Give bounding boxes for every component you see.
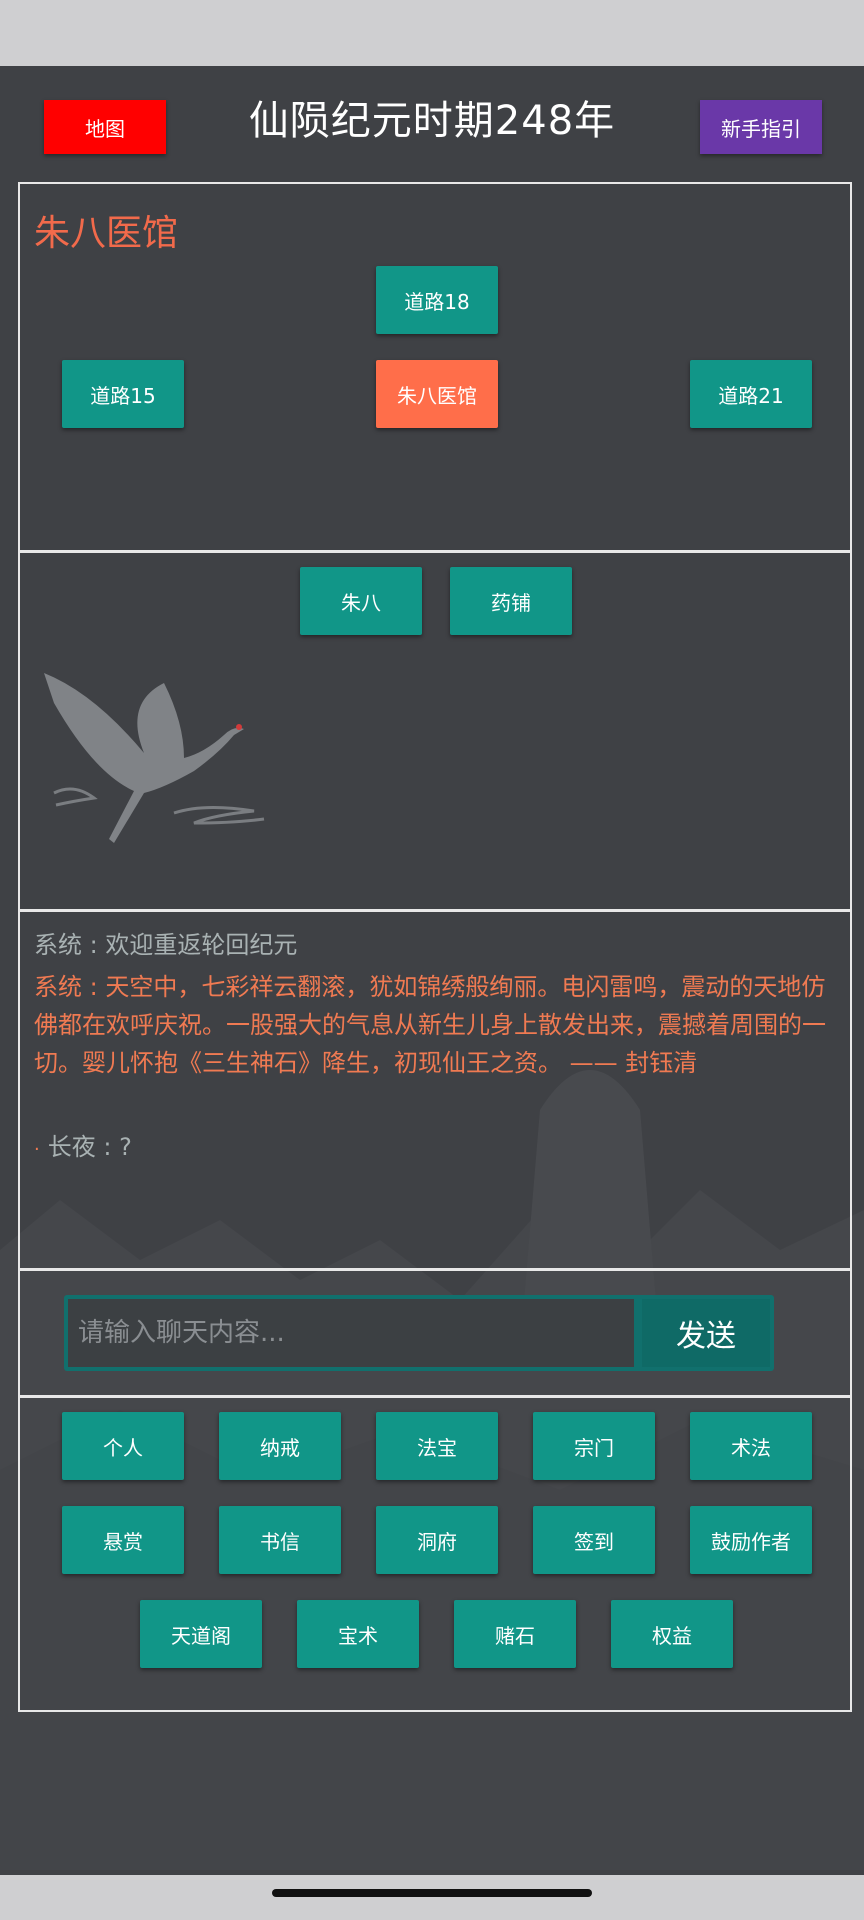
header: 地图 仙陨纪元时期248年 新手指引 bbox=[0, 66, 864, 176]
location-panel: 朱八医馆 道路18 道路15 朱八医馆 道路21 bbox=[18, 182, 852, 552]
chat-input[interactable] bbox=[68, 1299, 634, 1367]
status-bar bbox=[0, 0, 864, 66]
crane-illustration bbox=[44, 673, 265, 843]
current-location-button[interactable]: 朱八医馆 bbox=[376, 360, 498, 428]
menu-benefits-button[interactable]: 权益 bbox=[611, 1600, 733, 1668]
menu-bounty-button[interactable]: 悬赏 bbox=[62, 1506, 184, 1574]
road-east-button[interactable]: 道路21 bbox=[690, 360, 812, 428]
menu-ring-button[interactable]: 纳戒 bbox=[219, 1412, 341, 1480]
menu-panel: 个人 纳戒 法宝 宗门 术法 悬赏 书信 洞府 签到 鼓励作者 天道阁 宝术 赌… bbox=[18, 1396, 852, 1712]
chat-input-wrapper: 发送 bbox=[64, 1295, 774, 1371]
npc-panel: 朱八 药铺 bbox=[18, 551, 852, 911]
menu-spell-button[interactable]: 术法 bbox=[690, 1412, 812, 1480]
menu-personal-button[interactable]: 个人 bbox=[62, 1412, 184, 1480]
log-message-chat: · 长夜 : ? bbox=[34, 1128, 834, 1169]
menu-heaven-pavilion-button[interactable]: 天道阁 bbox=[140, 1600, 262, 1668]
message-log-panel: 系统 : 欢迎重返轮回纪元 系统 : 天空中，七彩祥云翻滚，犹如锦绣般绚丽。电闪… bbox=[18, 910, 852, 1270]
road-west-button[interactable]: 道路15 bbox=[62, 360, 184, 428]
road-north-button[interactable]: 道路18 bbox=[376, 266, 498, 334]
home-bar bbox=[0, 1875, 864, 1920]
menu-artifact-button[interactable]: 法宝 bbox=[376, 1412, 498, 1480]
menu-gamble-stone-button[interactable]: 赌石 bbox=[454, 1600, 576, 1668]
npc-pharmacy-button[interactable]: 药铺 bbox=[450, 567, 572, 635]
chat-panel: 发送 bbox=[18, 1269, 852, 1397]
menu-sect-button[interactable]: 宗门 bbox=[533, 1412, 655, 1480]
send-button[interactable]: 发送 bbox=[642, 1299, 770, 1367]
home-indicator[interactable] bbox=[272, 1889, 592, 1897]
chat-message-text: 长夜 : ? bbox=[47, 1133, 132, 1161]
menu-letter-button[interactable]: 书信 bbox=[219, 1506, 341, 1574]
menu-support-author-button[interactable]: 鼓励作者 bbox=[690, 1506, 812, 1574]
log-message-welcome: 系统 : 欢迎重返轮回纪元 bbox=[34, 931, 298, 959]
log-message-system: 系统 : 天空中，七彩祥云翻滚，犹如锦绣般绚丽。电闪雷鸣，震动的天地仿佛都在欢呼… bbox=[34, 973, 826, 1077]
location-title: 朱八医馆 bbox=[34, 213, 179, 254]
menu-cave-button[interactable]: 洞府 bbox=[376, 1506, 498, 1574]
menu-checkin-button[interactable]: 签到 bbox=[533, 1506, 655, 1574]
guide-button[interactable]: 新手指引 bbox=[700, 100, 822, 154]
menu-treasure-art-button[interactable]: 宝术 bbox=[297, 1600, 419, 1668]
npc-zhuba-button[interactable]: 朱八 bbox=[300, 567, 422, 635]
bullet-icon: · bbox=[34, 1139, 40, 1160]
